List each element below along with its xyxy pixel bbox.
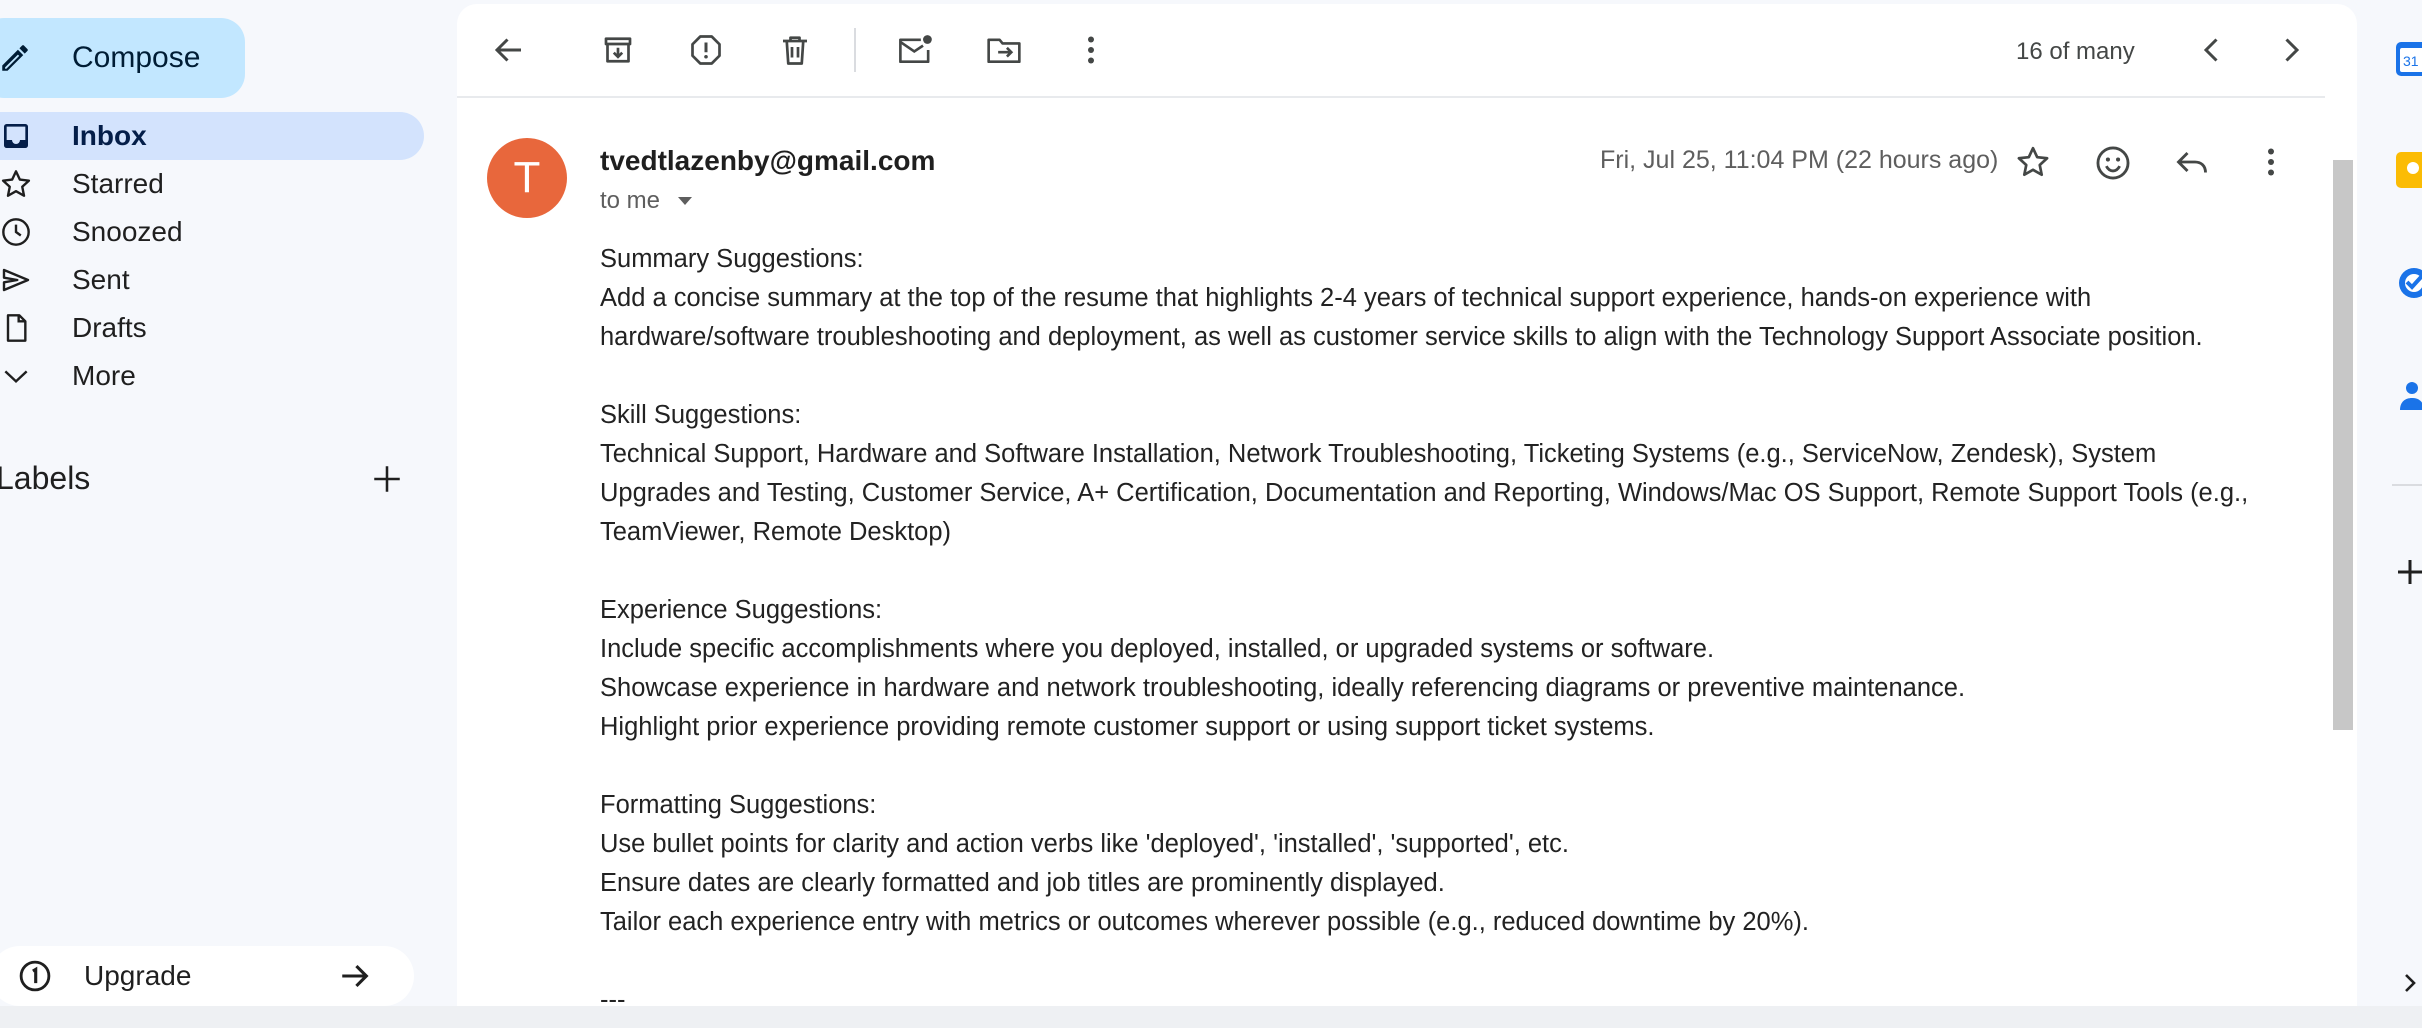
report-spam-icon[interactable]: [688, 32, 724, 68]
bottom-strip: [0, 1006, 2422, 1028]
toolbar-divider: [854, 28, 856, 72]
send-icon: [0, 264, 32, 296]
body-line: Ensure dates are clearly formatted and j…: [600, 869, 1445, 897]
sidebar-item-more[interactable]: More: [0, 352, 424, 400]
body-line: Use bullet points for clarity and action…: [600, 830, 1569, 858]
message-date: Fri, Jul 25, 11:04 PM (22 hours ago): [1600, 146, 1999, 174]
clock-icon: [0, 216, 32, 248]
mark-unread-icon[interactable]: [896, 32, 934, 68]
upgrade-button[interactable]: Upgrade: [0, 946, 414, 1006]
scrollbar-thumb[interactable]: [2333, 160, 2353, 730]
chevron-down-icon: [0, 360, 32, 392]
emoji-reaction-icon[interactable]: [2094, 144, 2132, 182]
sidebar-item-label: More: [72, 360, 136, 391]
sidebar-item-label: Inbox: [72, 120, 147, 151]
body-line: Add a concise summary at the top of the …: [600, 284, 2092, 312]
recipient-label: to me: [600, 187, 661, 214]
body-line: Highlight prior experience providing rem…: [600, 713, 1655, 741]
sidebar-item-inbox[interactable]: Inbox: [0, 112, 424, 160]
body-line: Tailor each experience entry with metric…: [600, 908, 1809, 936]
reply-icon[interactable]: [2173, 144, 2211, 180]
sidebar-item-label: Sent: [72, 264, 130, 295]
message-view: 16 of many T tvedtlazenby@gmail.com to m…: [457, 4, 2357, 1006]
svg-text:31: 31: [2403, 53, 2419, 69]
body-line: Showcase experience in hardware and netw…: [600, 674, 1966, 702]
compose-label: Compose: [72, 41, 201, 74]
sender-email[interactable]: tvedtlazenby@gmail.com: [600, 145, 935, 177]
upgrade-label: Upgrade: [84, 960, 192, 991]
sidebar-item-starred[interactable]: Starred: [0, 160, 424, 208]
side-panel-divider: [2392, 484, 2422, 486]
pencil-icon: [0, 41, 32, 75]
keep-icon[interactable]: [2392, 150, 2422, 190]
chevron-left-icon[interactable]: [2194, 32, 2230, 68]
move-to-icon[interactable]: [985, 32, 1023, 68]
draft-icon: [0, 312, 32, 344]
message-toolbar: 16 of many: [457, 4, 2325, 98]
caret-down-icon: [676, 195, 694, 207]
sidebar-nav: Inbox Starred Snoozed Sent Drafts More: [0, 112, 430, 400]
add-label-icon[interactable]: [370, 462, 404, 496]
back-arrow-icon[interactable]: [491, 32, 527, 68]
sender-avatar[interactable]: T: [487, 138, 567, 218]
body-line: Upgrades and Testing, Customer Service, …: [600, 479, 2249, 507]
section-heading: Summary Suggestions:: [600, 245, 864, 273]
pagination-text: 16 of many: [2016, 38, 2135, 65]
inbox-icon: [0, 120, 32, 152]
arrow-right-icon: [338, 959, 372, 993]
star-icon[interactable]: [2015, 144, 2051, 180]
recipient-details[interactable]: to me: [600, 187, 694, 215]
sidebar-item-label: Starred: [72, 168, 164, 199]
section-heading: Skill Suggestions:: [600, 401, 802, 429]
more-vert-icon[interactable]: [1073, 32, 1109, 68]
sidebar-item-label: Snoozed: [72, 216, 183, 247]
more-vert-icon[interactable]: [2253, 144, 2289, 180]
body-line: TeamViewer, Remote Desktop): [600, 518, 952, 546]
archive-icon[interactable]: [600, 32, 636, 68]
sidebar-item-sent[interactable]: Sent: [0, 256, 424, 304]
section-heading: Experience Suggestions:: [600, 596, 883, 624]
upgrade-info-icon: [18, 959, 52, 993]
body-line: hardware/software troubleshooting and de…: [600, 323, 2203, 351]
sidebar-item-snoozed[interactable]: Snoozed: [0, 208, 424, 256]
star-icon: [0, 168, 32, 200]
sidebar-item-label: Drafts: [72, 312, 147, 343]
delete-icon[interactable]: [777, 32, 813, 68]
calendar-icon[interactable]: 31: [2392, 40, 2422, 78]
message-body: Summary Suggestions: Add a concise summa…: [600, 240, 2320, 1006]
contacts-icon[interactable]: [2392, 376, 2422, 414]
body-line: Technical Support, Hardware and Software…: [600, 440, 2157, 468]
compose-button[interactable]: Compose: [0, 18, 245, 98]
expand-icon[interactable]: [2392, 968, 2422, 998]
body-line: Include specific accomplishments where y…: [600, 635, 1715, 663]
section-heading: Formatting Suggestions:: [600, 791, 877, 819]
tasks-icon[interactable]: [2392, 264, 2422, 302]
add-icon[interactable]: [2392, 556, 2422, 588]
chevron-right-icon[interactable]: [2273, 32, 2309, 68]
labels-heading: Labels: [0, 460, 91, 496]
sidebar-item-drafts[interactable]: Drafts: [0, 304, 424, 352]
signature-separator: ---: [600, 986, 626, 1006]
